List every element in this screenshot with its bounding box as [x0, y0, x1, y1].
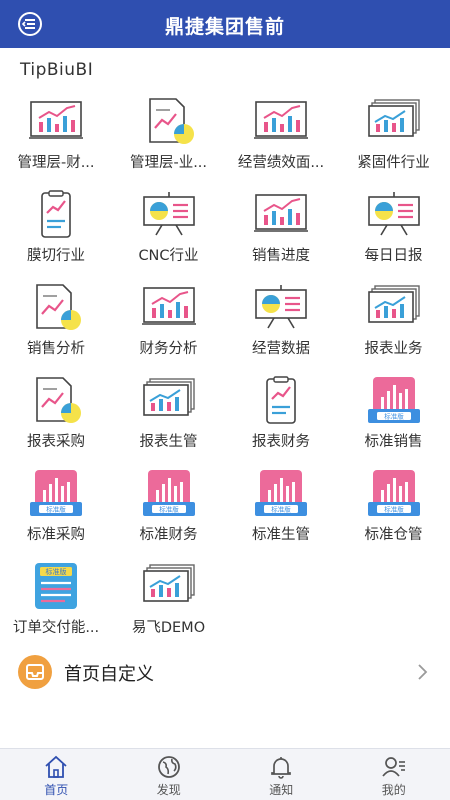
- standard-edition-icon: 标准版: [140, 468, 198, 520]
- svg-text:标准版: 标准版: [271, 505, 291, 514]
- report-pie-icon: [140, 96, 198, 148]
- chart-stack-icon: [365, 282, 423, 334]
- app-tile-label: 管理层-财...: [17, 155, 95, 171]
- clipboard-chart-icon: [27, 189, 85, 241]
- app-tile-label: 管理层-业...: [129, 155, 208, 171]
- report-pie-icon: [27, 282, 85, 334]
- app-tile[interactable]: 膜切行业: [0, 185, 112, 275]
- chart-stack-icon: [140, 561, 198, 613]
- bottom-tab-bar: 首页 发现 通知 我的: [0, 748, 450, 800]
- presentation-icon: [140, 189, 198, 241]
- chart-board-icon: [140, 282, 198, 334]
- app-tile-label: 经营绩效面...: [237, 155, 325, 171]
- tab-label: 发现: [156, 783, 181, 797]
- app-tile-label: 紧固件行业: [357, 155, 430, 171]
- app-tile-label: 销售分析: [27, 341, 85, 357]
- tab-bell[interactable]: 通知: [225, 749, 338, 800]
- inbox-icon: [18, 655, 52, 689]
- bell-icon: [268, 754, 294, 780]
- presentation-icon: [365, 189, 423, 241]
- section-title: TipBiuBI: [20, 60, 94, 80]
- svg-text:标准版: 标准版: [159, 505, 179, 514]
- globe-icon: [156, 754, 182, 780]
- chart-stack-icon: [365, 96, 423, 148]
- profile-icon: [381, 754, 407, 780]
- chart-board-icon: [252, 96, 310, 148]
- app-tile[interactable]: 易飞DEMO: [113, 557, 225, 647]
- tab-label: 通知: [269, 783, 294, 797]
- app-tile-label: 标准销售: [364, 434, 423, 450]
- standard-edition-icon: 标准版: [252, 468, 310, 520]
- app-tile[interactable]: 标准版 标准采购: [0, 464, 112, 554]
- tab-globe[interactable]: 发现: [113, 749, 226, 800]
- app-tile[interactable]: 标准版 订单交付能...: [0, 557, 112, 647]
- app-tile[interactable]: 管理层-财...: [0, 92, 112, 182]
- chart-board-icon: [27, 96, 85, 148]
- standard-edition-icon: 标准版: [27, 468, 85, 520]
- app-tile-label: 标准生管: [252, 527, 310, 543]
- app-tile-label: 报表生管: [139, 434, 198, 450]
- app-tile-label: 经营数据: [252, 341, 310, 357]
- app-tile-label: 报表财务: [252, 434, 310, 450]
- tab-label: 首页: [44, 783, 69, 797]
- app-tile[interactable]: 销售进度: [225, 185, 337, 275]
- standard-list-icon: 标准版: [27, 561, 85, 613]
- tab-home[interactable]: 首页: [0, 749, 113, 800]
- homepage-customize-row[interactable]: 首页自定义: [0, 647, 450, 697]
- app-tile-label: 报表业务: [364, 341, 423, 357]
- app-tile[interactable]: 经营数据: [225, 278, 337, 368]
- app-tile[interactable]: 报表生管: [113, 371, 225, 461]
- app-tile[interactable]: 标准版 标准财务: [113, 464, 225, 554]
- app-tile[interactable]: 报表采购: [0, 371, 112, 461]
- home-icon: [43, 754, 69, 780]
- chart-stack-icon: [140, 375, 198, 427]
- svg-text:标准版: 标准版: [384, 412, 404, 421]
- app-tile-label: 销售进度: [252, 248, 310, 264]
- chart-board-icon: [252, 189, 310, 241]
- app-tile-label: 标准财务: [139, 527, 198, 543]
- chevron-right-icon: [418, 664, 428, 680]
- svg-text:标准版: 标准版: [46, 505, 66, 514]
- svg-text:标准版: 标准版: [384, 505, 404, 514]
- app-tile[interactable]: 报表业务: [338, 278, 450, 368]
- app-tile-label: 易飞DEMO: [131, 620, 206, 636]
- page-title: 鼎捷集团售前: [164, 16, 285, 38]
- app-header: 鼎捷集团售前: [0, 0, 450, 48]
- app-tile-label: 财务分析: [139, 341, 198, 357]
- app-tile[interactable]: 紧固件行业: [338, 92, 450, 182]
- report-pie-icon: [27, 375, 85, 427]
- tab-profile[interactable]: 我的: [338, 749, 450, 800]
- app-tile-label: 膜切行业: [27, 248, 85, 264]
- app-tile[interactable]: 每日日报: [338, 185, 450, 275]
- app-tile[interactable]: CNC行业: [113, 185, 225, 275]
- app-tile[interactable]: 报表财务: [225, 371, 337, 461]
- app-tile[interactable]: 标准版 标准仓管: [338, 464, 450, 554]
- presentation-icon: [252, 282, 310, 334]
- standard-edition-icon: 标准版: [365, 468, 423, 520]
- clipboard-chart-icon: [252, 375, 310, 427]
- app-tile-label: 订单交付能...: [12, 620, 100, 636]
- app-tile[interactable]: 标准版 标准生管: [225, 464, 337, 554]
- tab-label: 我的: [381, 783, 406, 797]
- app-tile[interactable]: 管理层-业...: [113, 92, 225, 182]
- app-tile-label: 标准采购: [27, 527, 85, 543]
- app-tile[interactable]: 销售分析: [0, 278, 112, 368]
- app-tile-label: 标准仓管: [364, 527, 423, 543]
- app-tile-label: 每日日报: [364, 248, 423, 264]
- standard-edition-icon: 标准版: [365, 375, 423, 427]
- app-tile[interactable]: 经营绩效面...: [225, 92, 337, 182]
- app-tile-label: CNC行业: [138, 248, 199, 264]
- svg-text:标准版: 标准版: [46, 567, 67, 576]
- app-tile[interactable]: 财务分析: [113, 278, 225, 368]
- app-tile-label: 报表采购: [27, 434, 85, 450]
- customize-label: 首页自定义: [64, 664, 154, 685]
- app-tile[interactable]: 标准版 标准销售: [338, 371, 450, 461]
